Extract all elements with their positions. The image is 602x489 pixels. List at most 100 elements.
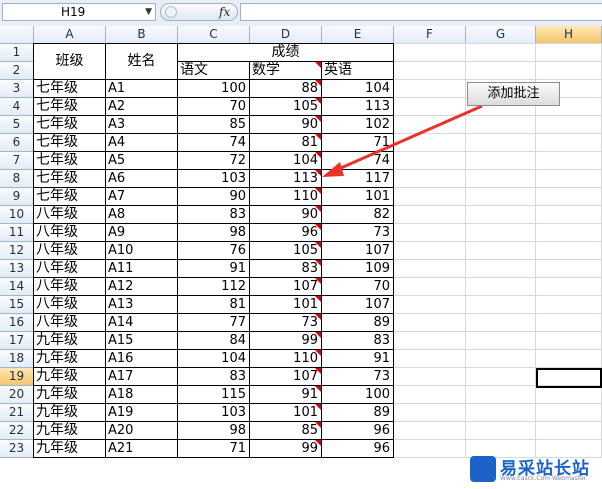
add-comment-button[interactable]: 添加批注 [467, 82, 560, 106]
header-score-cell[interactable]: 成绩 [178, 44, 393, 61]
cell-english[interactable]: 113 [322, 98, 393, 115]
column-header-h[interactable]: H [536, 26, 602, 44]
row-header-17[interactable]: 17 [0, 332, 34, 350]
cell-class[interactable]: 九年级 [34, 386, 105, 403]
resize-handle-icon[interactable] [165, 6, 177, 18]
formula-input[interactable] [240, 3, 602, 21]
cell-chinese[interactable]: 115 [178, 386, 249, 403]
cell-math[interactable]: 91 [250, 386, 321, 403]
cell-math[interactable]: 113 [250, 170, 321, 187]
row-header-4[interactable]: 4 [0, 98, 34, 116]
cell-english[interactable]: 104 [322, 80, 393, 97]
cell-name[interactable]: A12 [106, 278, 177, 295]
row-header-20[interactable]: 20 [0, 386, 34, 404]
cell-chinese[interactable]: 98 [178, 224, 249, 241]
column-header-e[interactable]: E [322, 26, 394, 44]
header-math-cell[interactable]: 数学 [250, 62, 321, 79]
cell-chinese[interactable]: 81 [178, 296, 249, 313]
cell-class[interactable]: 九年级 [34, 332, 105, 349]
cell-class[interactable]: 八年级 [34, 224, 105, 241]
cell-chinese[interactable]: 74 [178, 134, 249, 151]
cell-math[interactable]: 99 [250, 440, 321, 457]
cell-chinese[interactable]: 85 [178, 116, 249, 133]
cell-class[interactable]: 七年级 [34, 170, 105, 187]
cell-math[interactable]: 99 [250, 332, 321, 349]
header-chinese-cell[interactable]: 语文 [178, 62, 249, 79]
cell-name[interactable]: A10 [106, 242, 177, 259]
cell-math[interactable]: 81 [250, 134, 321, 151]
cell-math[interactable]: 85 [250, 422, 321, 439]
column-header-c[interactable]: C [178, 26, 250, 44]
cell-class[interactable]: 八年级 [34, 260, 105, 277]
cell-chinese[interactable]: 71 [178, 440, 249, 457]
column-header-b[interactable]: B [106, 26, 178, 44]
chevron-down-icon[interactable]: ▼ [145, 4, 152, 20]
cell-name[interactable]: A14 [106, 314, 177, 331]
cell-name[interactable]: A19 [106, 404, 177, 421]
cell-name[interactable]: A3 [106, 116, 177, 133]
cell-english[interactable]: 107 [322, 296, 393, 313]
cell-chinese[interactable]: 90 [178, 188, 249, 205]
cell-math[interactable]: 105 [250, 242, 321, 259]
cell-english[interactable]: 89 [322, 404, 393, 421]
cell-english[interactable]: 73 [322, 368, 393, 385]
cell-chinese[interactable]: 112 [178, 278, 249, 295]
cell-english[interactable]: 109 [322, 260, 393, 277]
cell-name[interactable]: A2 [106, 98, 177, 115]
cell-class[interactable]: 七年级 [34, 134, 105, 151]
row-header-15[interactable]: 15 [0, 296, 34, 314]
cell-name[interactable]: A17 [106, 368, 177, 385]
cell-name[interactable]: A9 [106, 224, 177, 241]
cell-class[interactable]: 九年级 [34, 350, 105, 367]
cell-name[interactable]: A13 [106, 296, 177, 313]
cell-class[interactable]: 七年级 [34, 98, 105, 115]
select-all-corner[interactable] [0, 26, 34, 44]
cell-english[interactable]: 101 [322, 188, 393, 205]
cell-english[interactable]: 100 [322, 386, 393, 403]
cell-class[interactable]: 八年级 [34, 296, 105, 313]
cell-chinese[interactable]: 100 [178, 80, 249, 97]
cell-class[interactable]: 八年级 [34, 206, 105, 223]
cell-chinese[interactable]: 103 [178, 404, 249, 421]
cell-chinese[interactable]: 103 [178, 170, 249, 187]
cell-math[interactable]: 88 [250, 80, 321, 97]
cell-class[interactable]: 八年级 [34, 314, 105, 331]
cell-math[interactable]: 110 [250, 350, 321, 367]
cell-chinese[interactable]: 84 [178, 332, 249, 349]
row-header-19[interactable]: 19 [0, 368, 34, 386]
row-header-18[interactable]: 18 [0, 350, 34, 368]
cell-chinese[interactable]: 91 [178, 260, 249, 277]
row-header-16[interactable]: 16 [0, 314, 34, 332]
row-header-23[interactable]: 23 [0, 440, 34, 458]
cell-class[interactable]: 七年级 [34, 152, 105, 169]
cell-math[interactable]: 107 [250, 278, 321, 295]
header-name-cell[interactable]: 姓名 [106, 44, 177, 79]
cell-chinese[interactable]: 76 [178, 242, 249, 259]
column-header-g[interactable]: G [466, 26, 536, 44]
active-cell-h19[interactable] [536, 368, 602, 388]
cell-english[interactable]: 102 [322, 116, 393, 133]
row-header-12[interactable]: 12 [0, 242, 34, 260]
row-header-22[interactable]: 22 [0, 422, 34, 440]
row-header-3[interactable]: 3 [0, 80, 34, 98]
cell-math[interactable]: 101 [250, 404, 321, 421]
cell-math[interactable]: 90 [250, 116, 321, 133]
cell-name[interactable]: A16 [106, 350, 177, 367]
cell-english[interactable]: 107 [322, 242, 393, 259]
header-class-cell[interactable]: 班级 [34, 44, 105, 79]
cell-math[interactable]: 110 [250, 188, 321, 205]
cell-name[interactable]: A5 [106, 152, 177, 169]
column-header-a[interactable]: A [34, 26, 106, 44]
cell-chinese[interactable]: 72 [178, 152, 249, 169]
cell-name[interactable]: A21 [106, 440, 177, 457]
row-header-10[interactable]: 10 [0, 206, 34, 224]
cell-chinese[interactable]: 83 [178, 368, 249, 385]
cell-math[interactable]: 96 [250, 224, 321, 241]
cell-class[interactable]: 八年级 [34, 278, 105, 295]
cell-english[interactable]: 73 [322, 224, 393, 241]
column-header-d[interactable]: D [250, 26, 322, 44]
cell-name[interactable]: A4 [106, 134, 177, 151]
cell-chinese[interactable]: 83 [178, 206, 249, 223]
cell-class[interactable]: 九年级 [34, 368, 105, 385]
row-header-7[interactable]: 7 [0, 152, 34, 170]
